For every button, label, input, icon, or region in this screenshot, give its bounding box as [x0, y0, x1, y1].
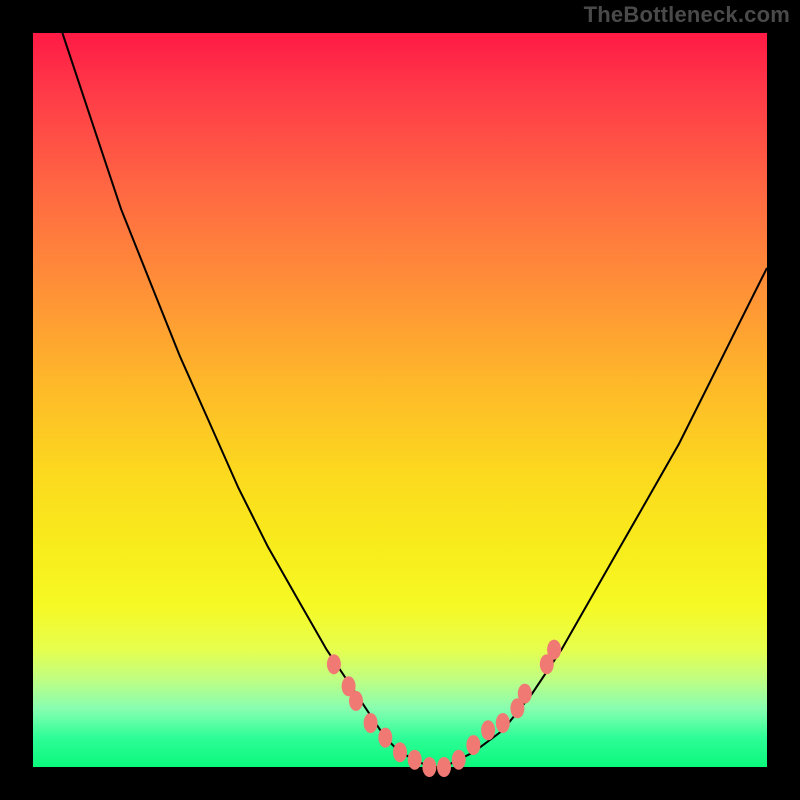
watermark-text: TheBottleneck.com [584, 2, 790, 28]
curve-marker [393, 742, 407, 762]
curve-marker [518, 684, 532, 704]
bottleneck-curve [62, 33, 767, 767]
curve-marker [378, 728, 392, 748]
curve-marker [349, 691, 363, 711]
marker-group [327, 640, 561, 777]
curve-marker [327, 654, 341, 674]
chart-frame: TheBottleneck.com [0, 0, 800, 800]
curve-marker [547, 640, 561, 660]
curve-marker [408, 750, 422, 770]
curve-marker [364, 713, 378, 733]
curve-marker [422, 757, 436, 777]
curve-marker [452, 750, 466, 770]
curve-marker [496, 713, 510, 733]
curve-marker [481, 720, 495, 740]
chart-svg [33, 33, 767, 767]
curve-marker [466, 735, 480, 755]
curve-marker [437, 757, 451, 777]
